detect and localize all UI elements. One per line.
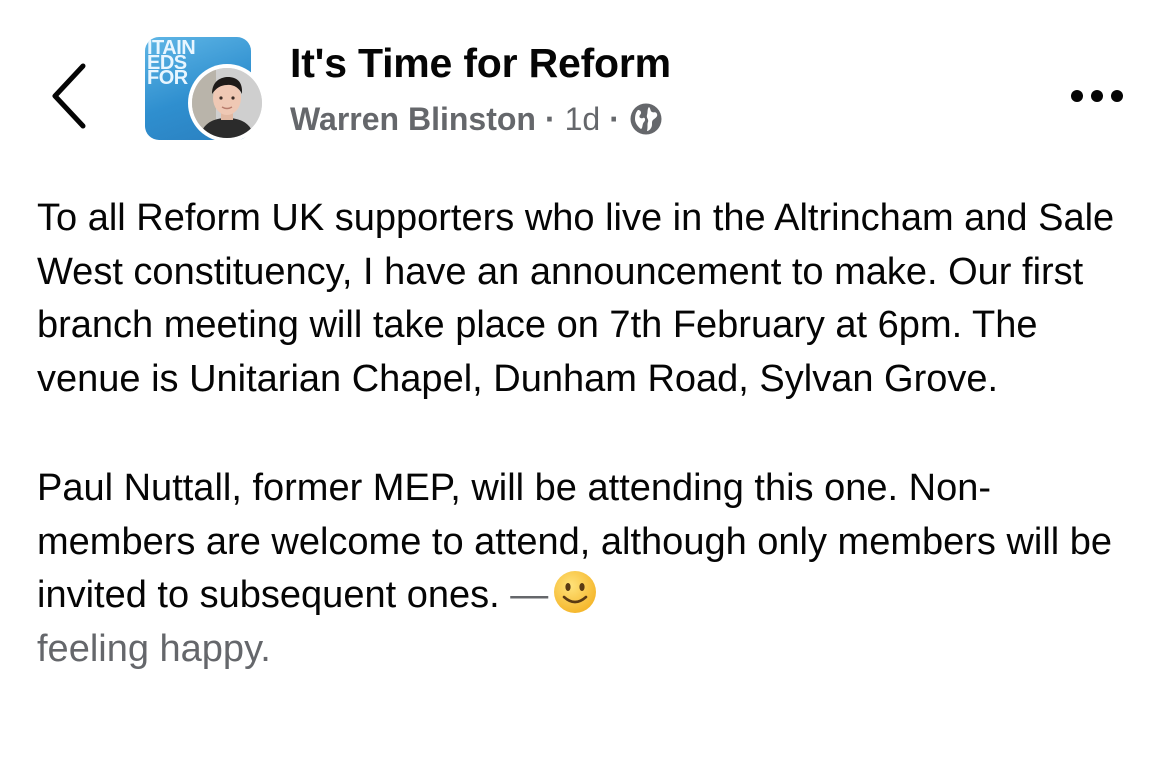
group-cover-text: ITAIN EDS FOR <box>147 37 196 89</box>
post-paragraph-2: Paul Nuttall, former MEP, will be attend… <box>37 462 1147 676</box>
post-body: To all Reform UK supporters who live in … <box>37 192 1147 676</box>
back-button[interactable] <box>40 56 100 136</box>
meta-separator: · <box>544 100 556 137</box>
author-avatar[interactable] <box>188 64 266 142</box>
post-timestamp[interactable]: 1d <box>565 101 601 138</box>
author-photo <box>192 68 262 138</box>
author-name[interactable]: Warren Blinston <box>290 101 536 138</box>
meta-separator: · <box>609 100 620 137</box>
post-paragraph-1: To all Reform UK supporters who live in … <box>37 197 1115 400</box>
smiling-face-icon <box>552 569 598 615</box>
group-name[interactable]: It's Time for Reform <box>290 40 671 87</box>
feeling-dash: — <box>510 574 549 616</box>
chevron-left-icon <box>52 63 86 129</box>
more-horizontal-icon <box>1071 90 1123 102</box>
feeling-text[interactable]: feeling happy. <box>37 628 271 670</box>
post-meta: Warren Blinston · 1d · <box>290 98 663 140</box>
globe-icon[interactable] <box>629 102 663 136</box>
more-options-button[interactable] <box>1062 78 1132 114</box>
